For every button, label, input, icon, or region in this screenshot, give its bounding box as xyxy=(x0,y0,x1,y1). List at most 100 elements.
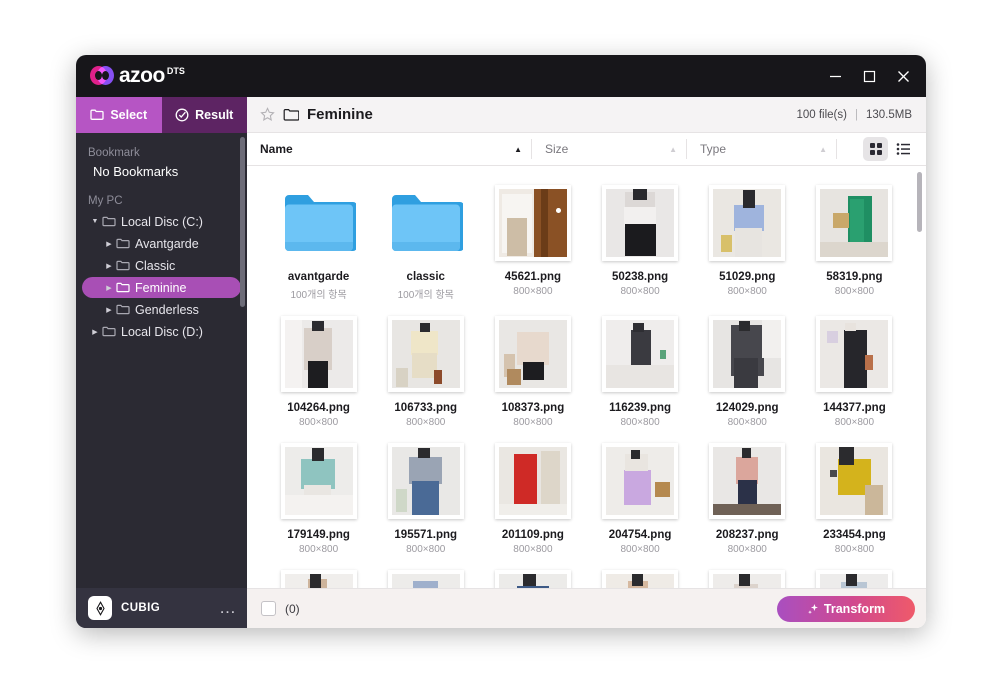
photo-frame xyxy=(709,443,785,519)
tab-select-label: Select xyxy=(110,108,147,122)
list-view-icon xyxy=(896,142,911,156)
chevron-right-icon[interactable]: ▶ xyxy=(102,284,116,292)
file-item[interactable]: 144377.png800×800 xyxy=(801,307,908,434)
minimize-button[interactable] xyxy=(818,61,852,91)
photo-frame xyxy=(816,443,892,519)
cubig-logo-icon xyxy=(88,596,112,620)
sidebar-scrollbar[interactable] xyxy=(240,137,245,307)
tree-item-feminine[interactable]: ▶Feminine xyxy=(82,277,241,298)
file-item[interactable]: 45621.png800×800 xyxy=(479,176,586,307)
tab-select[interactable]: Select xyxy=(76,97,162,133)
title-bar: azoo DTS xyxy=(76,55,926,97)
maximize-button[interactable] xyxy=(852,61,886,91)
item-name: 201109.png xyxy=(502,529,564,541)
file-item[interactable]: 108373.png800×800 xyxy=(479,307,586,434)
transform-button-label: Transform xyxy=(824,602,885,616)
file-item[interactable] xyxy=(372,561,479,588)
chevron-down-icon[interactable]: ▼ xyxy=(88,218,102,225)
file-item[interactable]: 116239.png800×800 xyxy=(586,307,693,434)
column-header-size[interactable]: Size ▲ xyxy=(532,139,687,159)
select-all-checkbox[interactable] xyxy=(261,601,276,616)
file-item[interactable]: 204754.png800×800 xyxy=(586,434,693,561)
file-item[interactable]: 179149.png800×800 xyxy=(265,434,372,561)
item-meta: 800×800 xyxy=(835,286,874,297)
file-item[interactable]: 51029.png800×800 xyxy=(694,176,801,307)
file-item[interactable]: 106733.png800×800 xyxy=(372,307,479,434)
thumbnail-image xyxy=(606,447,674,515)
photo-frame xyxy=(816,316,892,392)
item-meta: 100개의 항목 xyxy=(290,286,346,301)
thumbnail-image xyxy=(499,189,567,257)
thumbnail-container xyxy=(812,569,896,588)
folder-stats: 100 file(s) | 130.5MB xyxy=(796,109,912,121)
column-header-type[interactable]: Type ▲ xyxy=(687,139,837,159)
file-item[interactable] xyxy=(586,561,693,588)
file-item[interactable]: 50238.png800×800 xyxy=(586,176,693,307)
folder-icon xyxy=(102,326,119,338)
thumbnail-container xyxy=(812,442,896,520)
file-item[interactable] xyxy=(801,561,908,588)
item-name: 208237.png xyxy=(716,529,779,541)
sidebar-tree-scroll: Bookmark No Bookmarks My PC ▼Local Disc … xyxy=(76,133,247,588)
thumbnail-container xyxy=(598,442,682,520)
tree-item-local-disc-c[interactable]: ▼Local Disc (C:) xyxy=(82,211,241,232)
thumbnail-container xyxy=(812,184,896,262)
app-brand-name: azoo xyxy=(119,66,165,86)
file-item[interactable] xyxy=(479,561,586,588)
item-name: 108373.png xyxy=(502,402,565,414)
item-name: 106733.png xyxy=(394,402,457,414)
folder-icon xyxy=(116,304,133,316)
tree-item-classic[interactable]: ▶Classic xyxy=(82,255,241,276)
thumbnail-image xyxy=(713,189,781,257)
close-button[interactable] xyxy=(886,61,920,91)
tab-result[interactable]: Result xyxy=(162,97,248,133)
thumbnail-container xyxy=(812,315,896,393)
grid-view-button[interactable] xyxy=(863,137,888,161)
file-item[interactable]: 233454.png800×800 xyxy=(801,434,908,561)
item-meta: 800×800 xyxy=(513,286,552,297)
app-window: azoo DTS Select xyxy=(76,55,926,628)
list-view-button[interactable] xyxy=(891,137,916,161)
tree-item-genderless[interactable]: ▶Genderless xyxy=(82,299,241,320)
sort-arrow-type-icon: ▲ xyxy=(819,145,836,154)
file-item[interactable]: 124029.png800×800 xyxy=(694,307,801,434)
check-circle-icon xyxy=(175,108,189,122)
item-meta: 100개의 항목 xyxy=(398,286,454,301)
grid-scrollbar[interactable] xyxy=(917,172,922,232)
chevron-right-icon[interactable]: ▶ xyxy=(102,306,116,314)
bottom-bar: (0) Transform xyxy=(247,588,926,628)
file-item[interactable]: 201109.png 800×800 xyxy=(479,434,586,561)
item-name: 116239.png xyxy=(609,402,671,414)
chevron-right-icon[interactable]: ▶ xyxy=(102,240,116,248)
folder-item[interactable]: classic100개의 항목 xyxy=(372,176,479,307)
item-meta: 800×800 xyxy=(513,544,552,555)
column-header-name[interactable]: Name ▲ xyxy=(247,139,532,159)
thumbnail-image xyxy=(820,320,888,388)
thumbnail-image xyxy=(820,189,888,257)
chevron-right-icon[interactable]: ▶ xyxy=(88,328,102,336)
file-item[interactable] xyxy=(694,561,801,588)
file-item[interactable] xyxy=(265,561,372,588)
folder-item[interactable]: avantgarde100개의 항목 xyxy=(265,176,372,307)
cubig-app-name: CUBIG xyxy=(121,602,160,614)
thumbnail-image xyxy=(285,574,353,588)
item-name: 51029.png xyxy=(719,271,775,283)
stats-separator: | xyxy=(855,109,858,121)
file-item[interactable]: 58319.png800×800 xyxy=(801,176,908,307)
column-header-name-label: Name xyxy=(260,142,293,156)
folder-icon xyxy=(116,260,133,272)
tree-item-local-disc-d[interactable]: ▶Local Disc (D:) xyxy=(82,321,241,342)
tree-item-avantgarde[interactable]: ▶Avantgarde xyxy=(82,233,241,254)
item-name: 144377.png xyxy=(823,402,886,414)
overflow-menu-button[interactable]: … xyxy=(219,603,237,613)
transform-button[interactable]: Transform xyxy=(777,596,915,622)
file-item[interactable]: 104264.png800×800 xyxy=(265,307,372,434)
photo-frame xyxy=(602,316,678,392)
chevron-right-icon[interactable]: ▶ xyxy=(102,262,116,270)
item-name: 179149.png xyxy=(287,529,350,541)
file-item[interactable]: 208237.png800×800 xyxy=(694,434,801,561)
item-meta: 800×800 xyxy=(620,286,659,297)
file-item[interactable]: 195571.png800×800 xyxy=(372,434,479,561)
column-header-type-label: Type xyxy=(700,142,726,156)
star-icon[interactable] xyxy=(260,107,275,122)
